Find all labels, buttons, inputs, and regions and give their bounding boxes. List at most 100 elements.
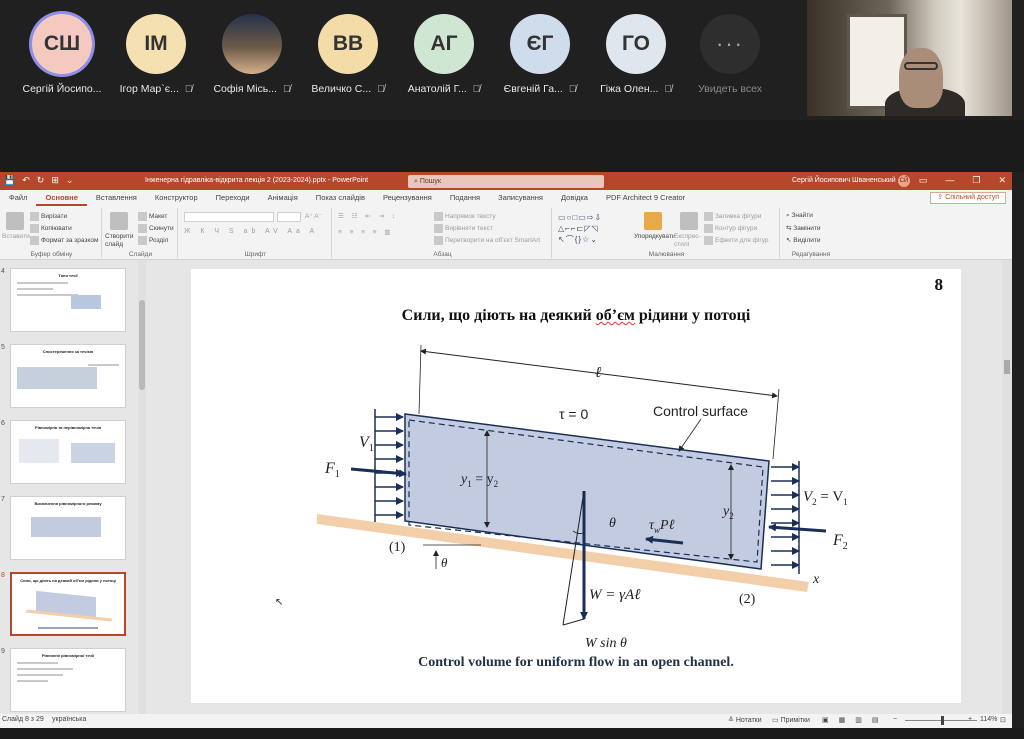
quick-access-more-icon[interactable]: ⌄ [66,175,74,186]
cut-button[interactable]: Вирізати [30,212,67,221]
shapes-gallery[interactable]: ▭○□▭⇨⇩ △⌐⌐⊏◸◹ ↖⌒{}☆⌄ [558,212,624,246]
tab-file[interactable]: Файл [0,190,36,206]
share-icon: ⇪ [937,194,946,201]
paste-icon[interactable] [6,212,24,230]
label-shear: τwPℓ [649,518,675,535]
tab-recording[interactable]: Записування [489,190,552,206]
notes-button[interactable]: ≙ Нотатки [728,716,762,724]
copy-button[interactable]: Копіювати [30,224,72,233]
tab-animations[interactable]: Анімація [259,190,307,206]
tab-insert[interactable]: Вставлення [87,190,146,206]
font-size-select[interactable] [277,212,301,222]
zoom-slider-handle[interactable] [941,716,944,725]
reset-button[interactable]: Скинути [138,224,174,233]
grow-shrink-font[interactable]: A⁺ A⁻ [305,212,322,220]
slide-thumbnail[interactable]: Спостереження за течією [10,344,126,408]
scissors-icon [30,212,39,221]
shape-effects-button[interactable]: Ефекти для фігур [704,236,769,245]
smartart-button[interactable]: Перетворити на об'єкт SmartArt [434,236,540,245]
replace-button[interactable]: ⇆ Замінити [786,224,821,232]
tab-design[interactable]: Конструктор [146,190,207,206]
thumbnail-title: Рівняння рівномірної течії [41,653,95,658]
fill-icon [704,212,713,221]
share-button[interactable]: ⇪ Спільний доступ [930,192,1006,204]
maximize-button[interactable]: ❐ [972,175,980,186]
mic-off-icon: 🎙̸ [664,83,672,95]
participant-tile[interactable]: АГ Анатолій Г... 🎙̸ [398,14,490,95]
section-button[interactable]: Розділ [138,236,168,245]
section-icon [138,236,147,245]
slide-scrollbar[interactable] [1002,260,1012,714]
language-indicator[interactable]: українська [52,716,86,723]
participant-tile[interactable]: ГО Гіжа Олен... 🎙̸ [590,14,682,95]
see-all-participants-button[interactable]: ··· Увидеть всех [684,14,776,95]
list-buttons[interactable]: ☰ ☷ ⇤ ⇥ ↕ [338,212,398,220]
thumbnail-number: 5 [1,344,5,351]
tab-slideshow[interactable]: Показ слайдів [307,190,374,206]
ribbon-display-icon[interactable]: ▭ [919,175,928,186]
present-icon[interactable]: ⊞ [51,175,59,186]
status-bar: Слайд 8 з 29 українська ≙ Нотатки ▭ Прим… [0,714,1012,728]
participant-tile[interactable]: СШ Сергій Йосипо... [16,14,108,95]
select-button[interactable]: ↖ Виділити [786,236,821,244]
undo-icon[interactable]: ↶ [22,175,30,186]
tab-review[interactable]: Рецензування [374,190,441,206]
text-direction-button[interactable]: Напрямок тексту [434,212,496,221]
presenter-camera-video [807,0,1012,116]
redo-icon[interactable]: ↻ [37,175,45,186]
save-icon[interactable]: 💾 [4,175,15,186]
thumbnail-title: Визначення рівномірного режиму [34,501,102,506]
label-v1: V1 [359,434,374,454]
see-all-label: Увидеть всех [698,83,762,95]
slide-thumbnail[interactable]: Рівномірна та нерівномірна течія [10,420,126,484]
quick-styles-button[interactable]: Експрес-стилі [674,233,704,249]
tab-home[interactable]: Основне [36,190,87,206]
user-name[interactable]: Сергій Йосипович Шваненський [792,177,896,184]
smartart-icon [434,236,443,245]
format-painter-button[interactable]: Формат за зразком [30,236,98,245]
align-buttons[interactable]: ≡ ≡ ≡ ≡ ▥ [338,228,394,236]
close-button[interactable]: ✕ [998,175,1006,186]
shape-fill-button[interactable]: Заливка фігури [704,212,761,221]
arrange-button[interactable]: Упорядкувати [634,233,675,240]
participant-tile[interactable]: ЄГ Євгеній Га... 🎙̸ [494,14,586,95]
shape-outline-button[interactable]: Контур фігури [704,224,757,233]
search-box[interactable]: ⌕ Пошук [408,175,604,188]
participant-tile[interactable]: ВВ Величко С... 🎙̸ [302,14,394,95]
zoom-level[interactable]: 114% [980,716,997,723]
participant-tile[interactable]: Софія Місь... 🎙̸ [206,14,298,95]
align-text-button[interactable]: Вирівняти текст [434,224,493,233]
find-button[interactable]: ⌕ Знайти [786,212,813,220]
new-slide-button[interactable]: Створити слайд [105,233,135,249]
thumbnail-title: Рівномірна та нерівномірна течія [34,425,102,430]
thumbnails-scrollbar[interactable] [138,260,146,714]
slide-thumbnail[interactable]: Типи течії [10,268,126,332]
paste-button[interactable]: Вставити [2,233,30,240]
fit-slide-icon[interactable]: ⊡ [1000,716,1006,724]
arrange-icon[interactable] [644,212,662,230]
tab-help[interactable]: Довідка [552,190,597,206]
zoom-out-button[interactable]: − [893,716,897,723]
zoom-in-button[interactable]: + [968,716,972,723]
quick-styles-icon[interactable] [680,212,698,230]
tab-view[interactable]: Подання [441,190,489,206]
font-family-select[interactable] [184,212,274,222]
slide-thumbnail-selected[interactable]: Сили, що діють на деякий об'єм рідини у … [10,572,126,636]
tab-transitions[interactable]: Переходи [207,190,259,206]
comments-button[interactable]: ▭ Примітки [772,716,810,724]
tab-pdf-architect[interactable]: PDF Architect 9 Creator [597,190,694,206]
ribbon-home: Вставити Вирізати Копіювати Формат за зр… [0,206,1012,260]
participant-tile[interactable]: ІМ Ігор Мар`є... 🎙̸ [110,14,202,95]
user-avatar[interactable]: СЙ [898,175,910,187]
font-format-buttons[interactable]: Ж К Ч S ab AV Aa A [184,228,318,235]
current-slide[interactable]: 8 Сили, що діють на деякий об’єм рідини … [191,269,961,703]
thumbnail-title: Спостереження за течією [42,349,94,354]
editing-group: ⌕ Знайти ⇆ Замінити ↖ Виділити Редагуван… [782,208,840,258]
minimize-button[interactable]: — [945,175,954,186]
group-label: Абзац [433,251,452,258]
view-buttons[interactable]: ▣▦▥▤ [822,716,888,724]
slide-thumbnail[interactable]: Визначення рівномірного режиму [10,496,126,560]
new-slide-icon[interactable] [110,212,128,230]
layout-button[interactable]: Макет [138,212,167,221]
slide-thumbnail[interactable]: Рівняння рівномірної течії [10,648,126,712]
